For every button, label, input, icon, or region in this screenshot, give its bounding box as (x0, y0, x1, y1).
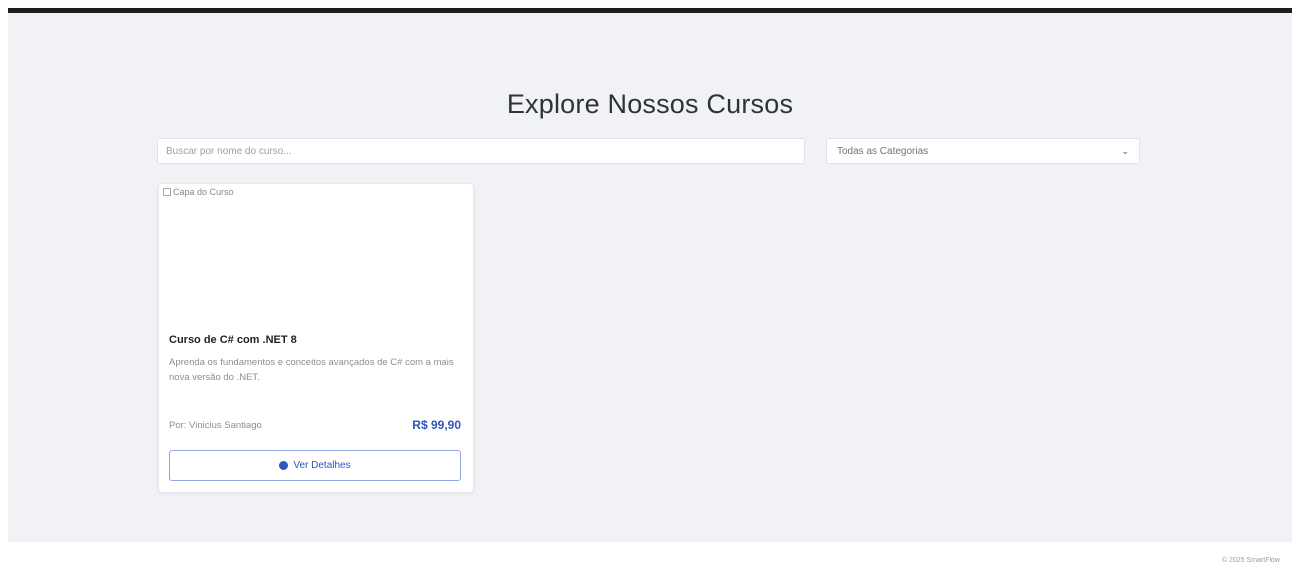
eye-icon (279, 461, 289, 470)
course-title: Curso de C# com .NET 8 (169, 334, 297, 346)
category-selected-label: Todas as Categorias (837, 145, 929, 157)
course-description: Aprenda os fundamentos e conceitos avanç… (169, 357, 454, 383)
course-author: Por: Vinicius Santiago (169, 420, 262, 431)
course-cover-alt-text: Capa do Curso (173, 187, 234, 197)
view-details-button[interactable]: Ver Detalhes (169, 450, 461, 481)
footer-copyright: © 2025 SmartFlow (1221, 557, 1280, 564)
view-details-label: Ver Detalhes (293, 460, 351, 471)
main-content: Explore Nossos Cursos Todas as Categoria… (8, 13, 1292, 542)
course-card: Capa do Curso Curso de C# com .NET 8 Apr… (158, 183, 474, 493)
category-select[interactable]: Todas as Categorias ⌄ (826, 138, 1140, 164)
broken-image-icon (163, 188, 171, 196)
page-title: Explore Nossos Cursos (506, 89, 794, 119)
course-cover-image: Capa do Curso (159, 184, 473, 332)
search-input[interactable] (157, 138, 805, 164)
course-price: R$ 99,90 (412, 418, 461, 432)
chevron-down-icon: ⌄ (1121, 145, 1129, 156)
